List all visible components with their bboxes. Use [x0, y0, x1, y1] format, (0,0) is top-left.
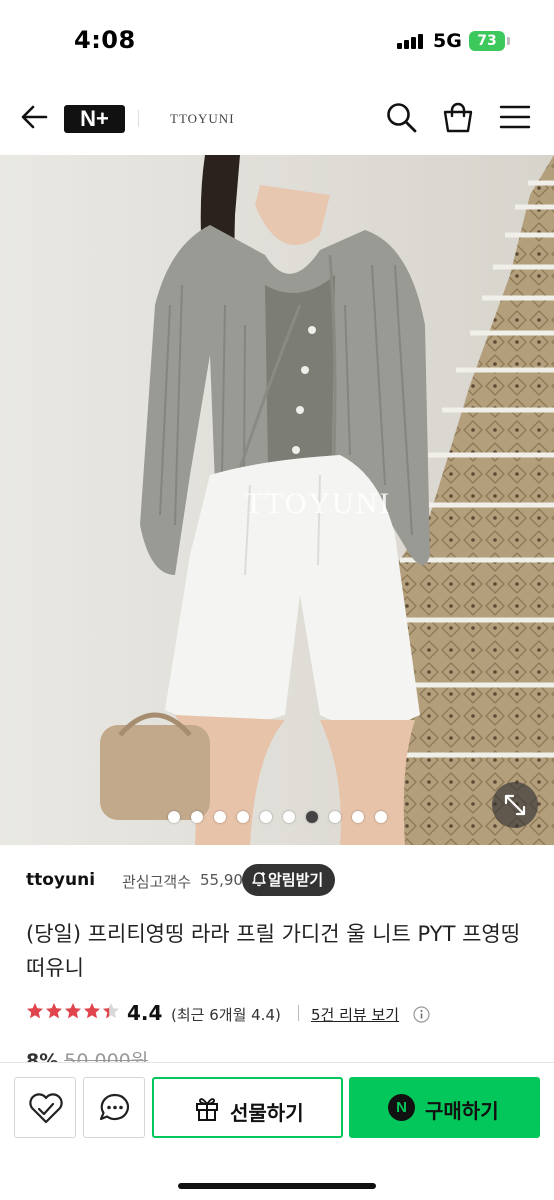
- search-button[interactable]: [384, 100, 418, 134]
- star-icon: [103, 1003, 119, 1019]
- carousel-dot-active[interactable]: [306, 811, 318, 823]
- price-row: 8% 50,000원: [26, 1046, 148, 1062]
- signal-strength-icon: [397, 33, 425, 49]
- carousel-dot[interactable]: [191, 811, 203, 823]
- heart-check-icon: [29, 1093, 63, 1124]
- back-button[interactable]: [18, 100, 52, 134]
- alarm-label: 알림받기: [268, 871, 324, 889]
- bottom-action-bar: 선물하기 N 구매하기: [0, 1062, 554, 1200]
- gift-button[interactable]: 선물하기: [152, 1077, 343, 1138]
- arrow-left-icon: [21, 105, 48, 129]
- battery-indicator: 73: [469, 31, 505, 51]
- star-icon: [84, 1003, 100, 1019]
- carousel-dot[interactable]: [283, 811, 295, 823]
- star-icon: [27, 1003, 43, 1019]
- bell-plus-icon: [252, 866, 267, 887]
- cart-button[interactable]: [441, 100, 475, 134]
- product-title: (당일) 프리티영띵 라라 프릴 가디건 울 니트 PYT 프영띵 떠유니: [26, 922, 521, 980]
- nplus-logo[interactable]: N+: [64, 105, 125, 133]
- status-time: 4:08: [74, 26, 136, 54]
- hamburger-menu-icon: [499, 105, 531, 129]
- carousel-dot[interactable]: [329, 811, 341, 823]
- app-header: N+ TTOYUNI: [0, 80, 554, 155]
- header-divider: [138, 110, 139, 127]
- rating-recent: (최근 6개월 4.4): [171, 1006, 281, 1024]
- menu-button[interactable]: [498, 100, 532, 134]
- rating-divider: [298, 1005, 299, 1021]
- shopping-bag-icon: [443, 102, 473, 133]
- alarm-subscribe-button[interactable]: 알림받기: [242, 864, 336, 896]
- rating-row: 4.4 (최근 6개월 4.4) 5건 리뷰 보기: [26, 1000, 534, 1028]
- original-price: 50,000원: [64, 1050, 149, 1062]
- battery-cap: [507, 37, 510, 45]
- follower-label: 관심고객수: [122, 873, 192, 891]
- wishlist-button[interactable]: [14, 1077, 76, 1138]
- carousel-dot[interactable]: [168, 811, 180, 823]
- rating-stars: [26, 1002, 120, 1020]
- carousel-dot[interactable]: [375, 811, 387, 823]
- product-image-carousel[interactable]: TTOYUNI: [0, 155, 554, 845]
- search-icon: [387, 103, 417, 133]
- star-icon: [46, 1003, 62, 1019]
- rating-score: 4.4: [127, 1001, 163, 1025]
- talk-button[interactable]: [83, 1077, 145, 1138]
- buy-button[interactable]: N 구매하기: [349, 1077, 540, 1138]
- store-info-row: ttoyuni 관심고객수 55,909 알림받기: [26, 862, 534, 900]
- gift-label: 선물하기: [230, 1101, 304, 1125]
- expand-arrows-icon: [504, 794, 526, 816]
- carousel-dot[interactable]: [260, 811, 272, 823]
- store-id-link[interactable]: ttoyuni: [26, 870, 95, 890]
- image-watermark: TTOYUNI: [245, 487, 392, 520]
- carousel-dot[interactable]: [352, 811, 364, 823]
- home-indicator: [178, 1183, 376, 1189]
- product-photo: TTOYUNI: [0, 155, 554, 845]
- carousel-pagination: [168, 811, 387, 825]
- discount-rate: 8%: [26, 1050, 59, 1062]
- expand-image-button[interactable]: [492, 782, 538, 828]
- buy-label: 구매하기: [425, 1099, 499, 1123]
- info-icon[interactable]: [413, 1006, 430, 1023]
- talk-bubble-icon: [99, 1093, 130, 1121]
- network-type: 5G: [433, 30, 462, 52]
- carousel-dot[interactable]: [237, 811, 249, 823]
- naver-pay-icon: N: [388, 1094, 415, 1121]
- gift-icon: [196, 1098, 218, 1121]
- status-bar: 4:08 5G 73: [0, 0, 554, 80]
- star-icon: [65, 1003, 81, 1019]
- review-link[interactable]: 5건 리뷰 보기: [311, 1004, 399, 1025]
- carousel-dot[interactable]: [214, 811, 226, 823]
- store-name-link[interactable]: TTOYUNI: [170, 111, 235, 127]
